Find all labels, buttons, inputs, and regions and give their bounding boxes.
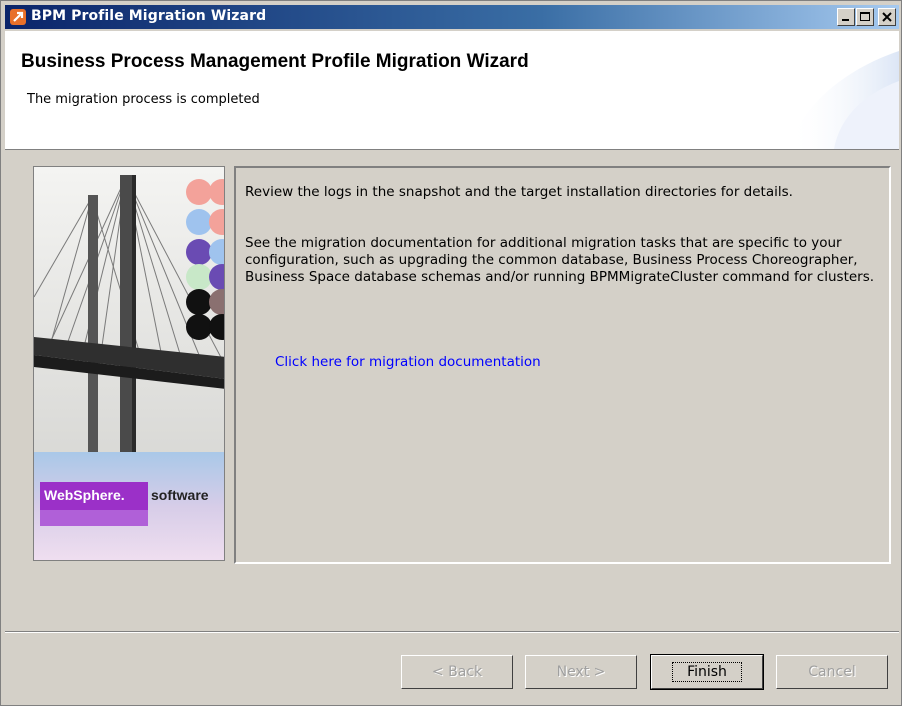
cancel-button[interactable]: Cancel: [776, 655, 888, 689]
minimize-button[interactable]: [837, 8, 855, 26]
back-button[interactable]: < Back: [401, 655, 513, 689]
title-bar[interactable]: BPM Profile Migration Wizard: [5, 5, 899, 29]
close-button[interactable]: [878, 8, 896, 26]
side-image-panel: WebSphere. software: [33, 166, 225, 561]
maximize-button[interactable]: [856, 8, 874, 26]
app-icon: [10, 9, 26, 25]
finish-button-label: Finish: [672, 662, 742, 682]
wizard-window: BPM Profile Migration Wizard Business Pr…: [0, 0, 902, 706]
finish-button[interactable]: Finish: [650, 654, 764, 690]
next-button[interactable]: Next >: [525, 655, 637, 689]
websphere-brand: WebSphere.: [44, 487, 125, 503]
review-logs-text: Review the logs in the snapshot and the …: [245, 184, 793, 200]
window-title: BPM Profile Migration Wizard: [31, 8, 267, 24]
page-title: Business Process Management Profile Migr…: [21, 51, 529, 72]
migration-documentation-link[interactable]: Click here for migration documentation: [275, 354, 541, 370]
migration-tasks-text: See the migration documentation for addi…: [245, 235, 875, 285]
banner-decoration: [789, 51, 899, 149]
maximize-icon: [860, 12, 870, 21]
footer-separator: [5, 631, 899, 633]
minimize-icon: [842, 19, 849, 21]
message-panel: Review the logs in the snapshot and the …: [234, 166, 891, 564]
close-icon: [882, 12, 892, 22]
page-subtitle: The migration process is completed: [27, 92, 260, 107]
wizard-banner: Business Process Management Profile Migr…: [5, 31, 899, 150]
software-brand: software: [151, 487, 209, 503]
